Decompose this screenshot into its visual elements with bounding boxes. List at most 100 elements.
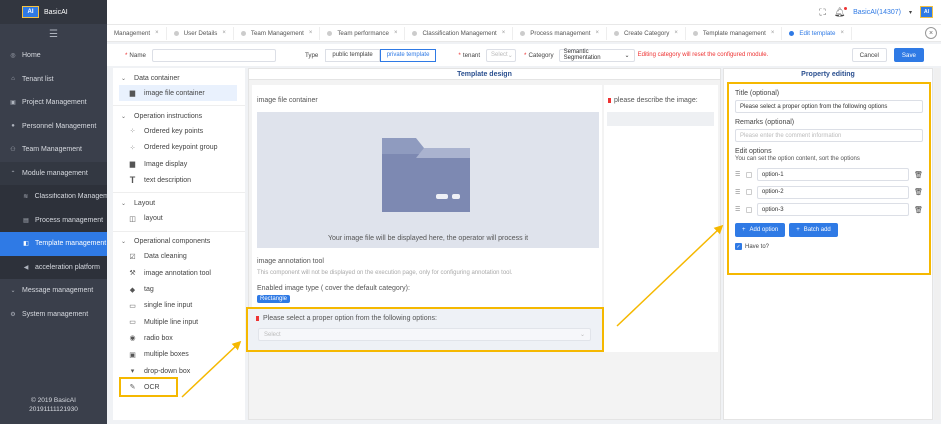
component-image-file-container[interactable]: ▆ image file container — [119, 85, 237, 102]
component-image-annotation-tool[interactable]: ⚒ image annotation tool — [113, 265, 245, 281]
component-multiple-boxes[interactable]: ▣ multiple boxes — [113, 347, 245, 363]
component-ocr[interactable]: ✎ OCR — [119, 377, 178, 398]
component-label: Image display — [144, 160, 188, 168]
user-menu[interactable]: BasicAI(14307) — [853, 9, 901, 16]
copyright: © 2019 BasicAI 20191111121930 — [0, 396, 107, 414]
option-checkbox[interactable] — [745, 171, 752, 178]
batch-add-button[interactable]: + Batch add — [789, 223, 838, 237]
category-select[interactable]: Semantic Segmentation ⌄ — [558, 48, 635, 62]
logo[interactable]: AI BasicAI — [0, 0, 107, 24]
close-icon[interactable]: × — [771, 30, 775, 36]
component-ordered-key-points[interactable]: ⁘ Ordered key points — [113, 123, 245, 139]
option-input[interactable]: option-3 — [756, 203, 910, 216]
type-public-button[interactable]: public template — [325, 48, 380, 62]
drag-handle-icon[interactable]: ☰ — [735, 206, 741, 213]
trash-icon[interactable]: 🗑︎ — [914, 188, 923, 196]
sidebar-item-process-management[interactable]: ▤ Process management — [0, 208, 107, 232]
cancel-button[interactable]: Cancel — [851, 48, 887, 62]
describe-card[interactable]: please describe the image: — [604, 85, 718, 352]
close-icon[interactable]: × — [155, 30, 159, 36]
sidebar-item-project-management[interactable]: ▣ Project Management — [0, 91, 107, 115]
tab-create-category[interactable]: Create Category × — [607, 26, 686, 40]
component-text-description[interactable]: Ttext description — [113, 172, 245, 188]
option-row: ☰ option-3 🗑︎ — [735, 202, 923, 217]
title-input[interactable]: Please select a proper option from the f… — [735, 100, 923, 113]
sidebar-item-system-management[interactable]: ⚙ System management — [0, 303, 107, 327]
component-radio-box[interactable]: ◉ radio box — [113, 330, 245, 346]
close-icon[interactable]: × — [222, 30, 226, 36]
sidebar-item-home[interactable]: ◎ Home — [0, 44, 107, 68]
sidebar-item-message-management[interactable]: ⌄ Message management — [0, 279, 107, 303]
rectangle-chip[interactable]: Rectangle — [257, 295, 291, 303]
close-all-tabs-icon[interactable]: × — [925, 27, 937, 39]
tab-process-management[interactable]: Process management × — [513, 26, 607, 40]
tab-classification-management[interactable]: Classification Management × — [405, 26, 514, 40]
hamburger-icon[interactable]: ☰ — [0, 24, 107, 44]
trash-icon[interactable]: 🗑︎ — [914, 171, 923, 179]
close-icon[interactable]: × — [309, 30, 313, 36]
bell-icon[interactable]: 🔔︎ — [834, 6, 848, 18]
sidebar-item-team-management[interactable]: ⚇ Team Management — [0, 138, 107, 162]
tab-team-performance[interactable]: Team performance × — [320, 26, 406, 40]
tab-team-management[interactable]: Team Management × — [234, 26, 321, 40]
top-bar: ⛶ 🔔︎ BasicAI(14307) ▾ AI — [107, 0, 941, 24]
tab-label: Create Category — [623, 29, 670, 37]
layout-icon: ◫ — [129, 215, 136, 223]
add-option-button[interactable]: + Add option — [735, 223, 786, 237]
sidebar-item-personnel-management[interactable]: ● Personnel Management — [0, 115, 107, 139]
describe-input[interactable] — [607, 112, 714, 126]
close-icon[interactable]: × — [840, 30, 844, 36]
component-image-display[interactable]: ▆ Image display — [113, 156, 245, 172]
option-checkbox[interactable] — [745, 206, 752, 213]
component-tag[interactable]: ◆ tag — [113, 281, 245, 297]
component-single-line-input[interactable]: ▭ single line input — [113, 298, 245, 314]
close-icon[interactable]: × — [674, 30, 678, 36]
drag-handle-icon[interactable]: ☰ — [735, 171, 741, 178]
component-data-cleaning[interactable]: ☑ Data cleaning — [113, 249, 245, 265]
have-to-checkbox[interactable]: ✓ Have to? — [735, 243, 923, 250]
sidebar-item-acceleration-platform[interactable]: ◀ acceleration platform — [0, 255, 107, 279]
component-ordered-keypoint-group[interactable]: ⁘ Ordered keypoint group — [113, 140, 245, 156]
name-input[interactable] — [151, 48, 276, 62]
tab-management[interactable]: Management × — [107, 26, 167, 40]
fullscreen-icon[interactable]: ⛶ — [819, 7, 825, 18]
group-header[interactable]: ⌄ Layout — [113, 196, 245, 210]
group-header[interactable]: ⌄ Operational components — [113, 235, 245, 249]
close-icon[interactable]: × — [394, 30, 398, 36]
remarks-input[interactable]: Please enter the comment information — [735, 129, 923, 142]
tenant-select[interactable]: Select ⌄ — [486, 48, 517, 62]
property-title: Property editing — [801, 71, 855, 78]
dropdown-icon: ▾ — [130, 368, 135, 375]
option-dropdown-component[interactable]: Please select a proper option from the f… — [246, 307, 604, 352]
design-canvas[interactable]: image file container Your image file wil… — [246, 85, 604, 352]
scrollbar[interactable] — [934, 68, 940, 420]
drag-handle-icon[interactable]: ☰ — [735, 189, 741, 196]
category-warning: Editing category will reset the configur… — [637, 52, 769, 58]
component-drop-down-box[interactable]: ▾ drop-down box — [113, 363, 245, 379]
option-checkbox[interactable] — [745, 189, 752, 195]
tag-icon: ◆ — [129, 286, 136, 294]
tab-edit-template[interactable]: Edit template × — [782, 26, 852, 40]
save-button[interactable]: Save — [893, 48, 924, 62]
component-multiple-line-input[interactable]: ▭ Multiple line input — [113, 314, 245, 330]
trash-icon[interactable]: 🗑︎ — [914, 206, 923, 214]
briefcase-icon: ▣ — [10, 100, 16, 107]
avatar[interactable]: AI — [920, 6, 933, 18]
chevron-down-icon[interactable]: ▾ — [909, 9, 912, 16]
tab-template-management[interactable]: Template management × — [686, 26, 783, 40]
sidebar-item-tenant-list[interactable]: ⌂ Tenant list — [0, 68, 107, 92]
group-header[interactable]: ⌄ Operation instructions — [113, 109, 245, 123]
type-private-button[interactable]: private template — [379, 48, 437, 62]
close-icon[interactable]: × — [502, 30, 506, 36]
close-icon[interactable]: × — [595, 30, 599, 36]
required-mark: * — [458, 51, 461, 59]
option-select[interactable]: Select ⌄ — [258, 328, 591, 341]
option-input[interactable]: option-1 — [756, 168, 910, 181]
tab-user-details[interactable]: User Details × — [167, 26, 234, 40]
component-layout[interactable]: ◫ layout — [113, 210, 245, 226]
group-header[interactable]: ⌄ Data container — [113, 71, 245, 85]
sidebar-item-module-management[interactable]: ⌃ Module management — [0, 161, 107, 185]
sidebar-item-template-management[interactable]: ◧ Template management — [0, 232, 107, 256]
sidebar-item-classification-management[interactable]: ≋ Classification Management — [0, 185, 107, 209]
option-input[interactable]: option-2 — [756, 185, 910, 199]
